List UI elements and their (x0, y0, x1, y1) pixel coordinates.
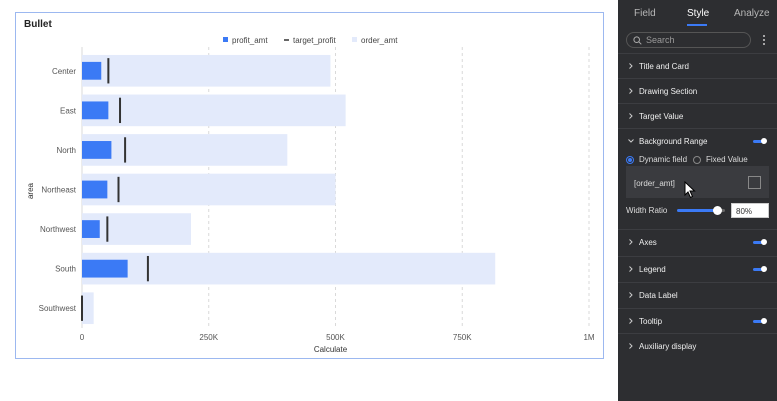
width-ratio-slider-fill[interactable] (677, 209, 717, 212)
chevron-down-icon (628, 139, 634, 143)
range-field-box[interactable]: [order_amt] (626, 166, 769, 198)
chart-card[interactable]: Bullet Center East North Northeast Northwest… (15, 12, 604, 359)
section-data-label[interactable]: Data Label (618, 282, 777, 307)
section-title-and-card[interactable]: Title and Card (618, 53, 777, 78)
legend-swatch (223, 37, 228, 42)
section-toggle[interactable] (753, 138, 767, 144)
order-amt-bar (82, 173, 336, 206)
section-toggle[interactable] (753, 239, 767, 245)
width-ratio-label: Width Ratio (626, 206, 668, 215)
profit-amt-bar (82, 101, 109, 120)
style-panel: Field Style Analyze Search Title and Car… (618, 0, 777, 401)
y-tick-label: South (55, 265, 76, 274)
y-tick-label: East (60, 106, 77, 115)
tab-field[interactable]: Field (634, 8, 656, 19)
chevron-right-icon (629, 292, 633, 298)
profit-amt-bar (82, 259, 128, 278)
section-tooltip[interactable]: Tooltip (618, 308, 777, 333)
search-input[interactable]: Search (626, 32, 751, 48)
x-tick-label: 500K (326, 333, 345, 342)
y-tick-label: Northwest (40, 225, 77, 234)
legend-swatch (352, 37, 357, 42)
section-toggle[interactable] (753, 266, 767, 272)
y-tick-label: Northeast (41, 186, 76, 195)
section-label: Background Range (639, 137, 708, 146)
more-options-icon[interactable] (759, 33, 769, 47)
order-amt-bar (82, 94, 346, 127)
active-tab-indicator (687, 24, 707, 26)
chevron-right-icon (629, 318, 633, 324)
search-placeholder: Search (646, 35, 675, 45)
chevron-right-icon (629, 88, 633, 94)
section-label: Drawing Section (639, 87, 698, 96)
y-tick-label: Southwest (39, 304, 77, 313)
section-label: Target Value (639, 112, 684, 121)
section-background-range[interactable]: Background Range (618, 128, 777, 153)
section-label: Tooltip (639, 317, 663, 326)
chevron-right-icon (629, 63, 633, 69)
width-ratio-slider-handle[interactable] (713, 206, 722, 215)
profit-amt-bar (82, 61, 102, 80)
range-field-name: [order_amt] (634, 179, 675, 188)
mouse-cursor-icon (684, 181, 696, 199)
app-root: Bullet Center East North Northeast Northwest… (0, 0, 777, 401)
profit-amt-bar (82, 220, 100, 238)
order-amt-bar (82, 54, 331, 87)
order-amt-bar (82, 292, 94, 325)
y-axis-label: area (26, 182, 35, 199)
range-field-checkbox[interactable] (748, 176, 761, 189)
tab-style[interactable]: Style (687, 8, 709, 19)
radio-dynamic-field[interactable] (626, 156, 634, 164)
y-tick-label: Center (52, 67, 76, 76)
section-drawing-section[interactable]: Drawing Section (618, 78, 777, 103)
legend-label: profit_amt (232, 36, 268, 45)
order-amt-bar (82, 134, 288, 166)
section-legend[interactable]: Legend (618, 256, 777, 281)
tab-analyze[interactable]: Analyze (734, 8, 770, 19)
canvas-background (0, 359, 604, 401)
chevron-right-icon (629, 266, 633, 272)
section-label: Legend (639, 265, 666, 274)
section-auxiliary-display[interactable]: Auxiliary display (618, 333, 777, 358)
panel-tabs: Field Style Analyze (618, 0, 777, 28)
x-tick-label: 250K (199, 333, 218, 342)
search-icon (633, 36, 642, 45)
section-axes[interactable]: Axes (618, 229, 777, 254)
order-amt-bar (82, 252, 496, 285)
x-tick-label: 1M (583, 333, 594, 342)
section-toggle[interactable] (753, 318, 767, 324)
bullet-chart: Center East North Northeast Northwest South So… (26, 36, 595, 354)
radio-fixed-label: Fixed Value (706, 155, 748, 164)
width-ratio-input[interactable]: 80% (731, 203, 769, 218)
profit-amt-bar (82, 141, 112, 159)
radio-fixed-value[interactable] (693, 156, 701, 164)
chevron-right-icon (629, 239, 633, 245)
x-axis-label: Calculate (314, 345, 348, 354)
chevron-right-icon (629, 113, 633, 119)
legend-label: order_amt (361, 36, 398, 45)
chevron-right-icon (629, 343, 633, 349)
y-tick-label: North (56, 146, 76, 155)
section-label: Auxiliary display (639, 342, 697, 351)
x-tick-label: 750K (453, 333, 472, 342)
section-label: Axes (639, 238, 657, 247)
radio-dynamic-label: Dynamic field (639, 155, 688, 164)
section-label: Data Label (639, 291, 678, 300)
x-tick-label: 0 (80, 333, 85, 342)
profit-amt-bar (82, 180, 108, 199)
legend-label: target_profit (293, 36, 336, 45)
section-label: Title and Card (639, 62, 689, 71)
section-target-value[interactable]: Target Value (618, 103, 777, 128)
